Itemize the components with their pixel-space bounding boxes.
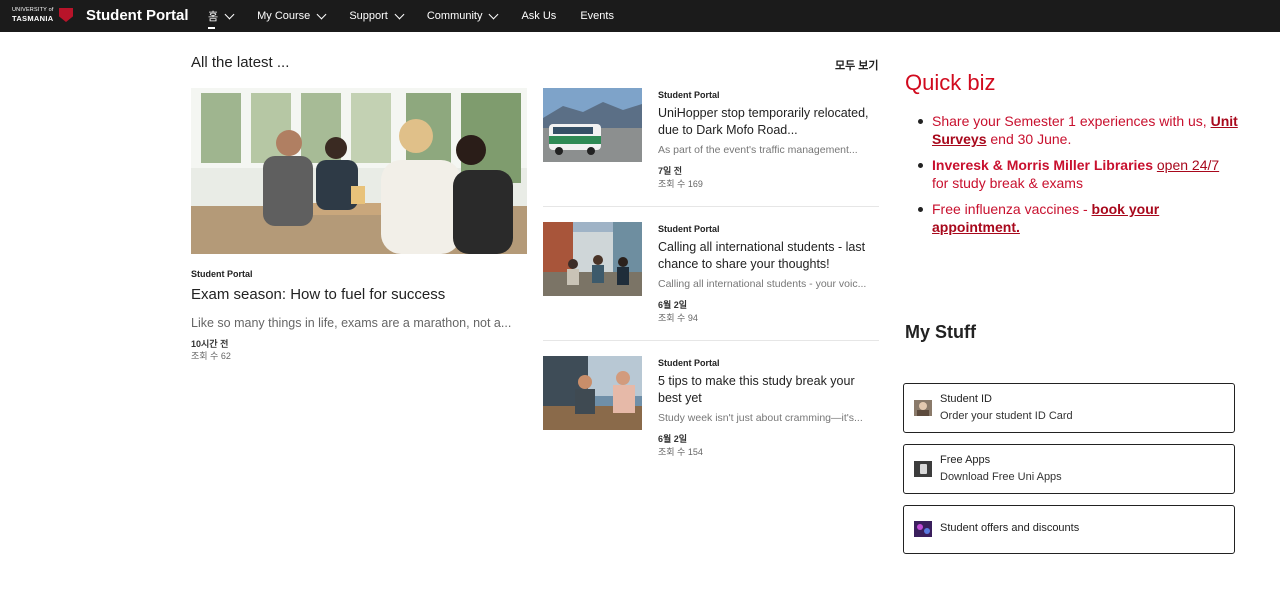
- crest-icon: [59, 8, 73, 22]
- main-nav: 홈 My Course Support Community Ask Us Eve…: [208, 0, 638, 32]
- quick-biz-item: Inveresk & Morris Miller Libraries open …: [918, 156, 1238, 192]
- card-subtitle: Download Free Uni Apps: [940, 471, 1062, 483]
- chevron-down-icon[interactable]: [394, 9, 405, 19]
- site-title[interactable]: Student Portal: [86, 7, 189, 24]
- news-thumbnail[interactable]: [543, 222, 642, 296]
- nav-label: Ask Us: [521, 10, 557, 22]
- card-subtitle: Order your student ID Card: [940, 410, 1073, 422]
- libraries-label: Inveresk & Morris Miller Libraries: [932, 157, 1153, 173]
- news-date: 6월 2일: [658, 300, 688, 310]
- quick-biz-text: end 30 June.: [986, 131, 1072, 147]
- university-logo[interactable]: UNIVERSITY of TASMANIA: [12, 7, 74, 25]
- open-24-7-link[interactable]: open 24/7: [1157, 157, 1219, 173]
- top-navigation-bar: UNIVERSITY of TASMANIA Student Portal 홈 …: [0, 0, 1280, 32]
- card-title: Student offers and discounts: [940, 522, 1080, 534]
- chevron-down-icon[interactable]: [316, 9, 327, 19]
- news-description: Calling all international students - you…: [658, 278, 867, 290]
- divider: [543, 206, 879, 207]
- student-offers-card[interactable]: Student offers and discounts: [903, 505, 1235, 554]
- study-break-photo: [543, 356, 642, 430]
- quick-biz-item: Free influenza vaccines - book your appo…: [918, 200, 1238, 236]
- news-title[interactable]: 5 tips to make this study break your bes…: [658, 373, 878, 407]
- nav-label: Support: [349, 10, 388, 22]
- apps-icon: [914, 461, 932, 477]
- news-item[interactable]: Student Portal Calling all international…: [543, 222, 879, 346]
- news-views: 조회 수 154: [658, 447, 703, 457]
- nav-item-home[interactable]: 홈: [208, 0, 235, 32]
- nav-item-my-course[interactable]: My Course: [257, 0, 327, 32]
- quick-biz-title: Quick biz: [905, 70, 996, 95]
- nav-label: My Course: [257, 10, 311, 22]
- hero-description: Like so many things in life, exams are a…: [191, 316, 512, 330]
- student-id-card[interactable]: Student ID Order your student ID Card: [903, 383, 1235, 433]
- news-description: As part of the event's traffic managemen…: [658, 144, 858, 156]
- quick-biz-text: Share your Semester 1 experiences with u…: [932, 113, 1211, 129]
- news-source: Student Portal: [658, 358, 720, 368]
- card-title: Free Apps: [940, 454, 991, 466]
- nav-item-ask-us[interactable]: Ask Us: [521, 0, 556, 32]
- nav-label: Events: [580, 10, 614, 22]
- chevron-down-icon[interactable]: [489, 9, 499, 19]
- see-all-link[interactable]: 모두 보기: [835, 57, 879, 73]
- quick-biz-text: Free influenza vaccines -: [932, 201, 1092, 217]
- quick-biz-text: .: [1016, 219, 1020, 235]
- bus-photo: [543, 88, 642, 162]
- news-heading: All the latest ...: [191, 54, 290, 71]
- students-outdoors-photo: [543, 222, 642, 296]
- news-source: Student Portal: [658, 224, 720, 234]
- hero-news-image[interactable]: [191, 88, 527, 254]
- nav-item-events[interactable]: Events: [580, 0, 614, 32]
- quick-biz-text: for study break & exams: [932, 175, 1083, 191]
- quick-biz-item: Share your Semester 1 experiences with u…: [918, 112, 1238, 148]
- news-title[interactable]: Calling all international students - las…: [658, 239, 878, 273]
- offers-icon: [914, 521, 932, 537]
- nav-label: 홈: [208, 11, 219, 23]
- chevron-down-icon[interactable]: [224, 9, 235, 19]
- news-views: 조회 수 169: [658, 179, 703, 189]
- news-thumbnail[interactable]: [543, 356, 642, 430]
- hero-title[interactable]: Exam season: How to fuel for success: [191, 286, 445, 303]
- logo-line-2: TASMANIA: [12, 14, 54, 23]
- news-date: 6월 2일: [658, 434, 688, 444]
- students-studying-photo: [191, 88, 527, 254]
- logo-line-1: UNIVERSITY of: [12, 7, 54, 13]
- nav-label: Community: [426, 10, 483, 22]
- free-apps-card[interactable]: Free Apps Download Free Uni Apps: [903, 444, 1235, 494]
- hero-source: Student Portal: [191, 269, 253, 279]
- news-item[interactable]: Student Portal UniHopper stop temporaril…: [543, 88, 879, 212]
- news-item[interactable]: Student Portal 5 tips to make this study…: [543, 356, 879, 480]
- hero-views: 조회 수 62: [191, 351, 231, 361]
- news-date: 7일 전: [658, 166, 683, 176]
- my-stuff-title: My Stuff: [905, 322, 976, 342]
- nav-item-support[interactable]: Support: [349, 0, 405, 32]
- news-title[interactable]: UniHopper stop temporarily relocated, du…: [658, 105, 878, 139]
- news-thumbnail[interactable]: [543, 88, 642, 162]
- nav-item-community[interactable]: Community: [426, 0, 499, 32]
- id-card-icon: [914, 400, 932, 416]
- news-description: Study week isn't just about cramming—it'…: [658, 412, 863, 424]
- news-views: 조회 수 94: [658, 313, 698, 323]
- quick-biz-list: Share your Semester 1 experiences with u…: [918, 112, 1238, 244]
- card-title: Student ID: [940, 393, 992, 405]
- news-source: Student Portal: [658, 90, 720, 100]
- divider: [543, 340, 879, 341]
